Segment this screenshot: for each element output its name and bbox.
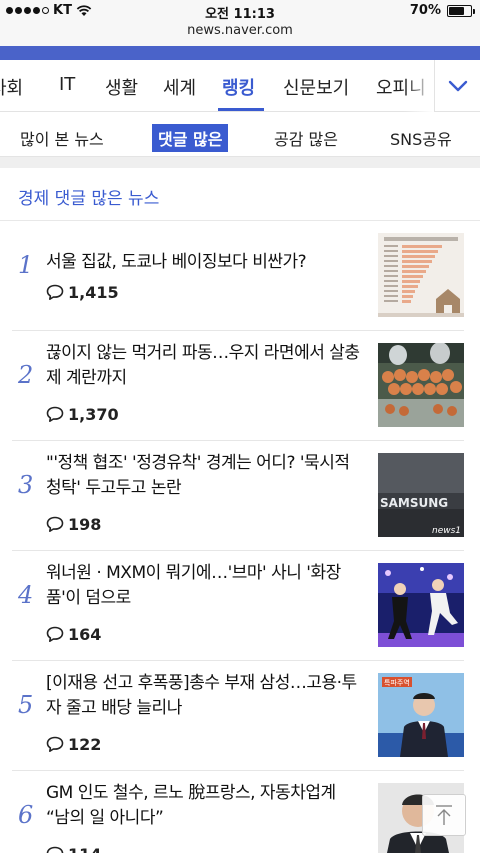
comment-count-value: 1,415 xyxy=(68,282,119,302)
news-item[interactable]: 5 [이재용 선고 후폭풍]총수 부재 삼성…고용·투자 줄고 배당 늘리나 1… xyxy=(12,661,464,771)
category-fade xyxy=(404,60,434,112)
category-tab-it[interactable]: IT xyxy=(59,74,75,95)
section-divider xyxy=(0,156,480,168)
url-bar[interactable]: news.naver.com xyxy=(0,22,480,46)
category-tab-world[interactable]: 세계 xyxy=(163,74,196,100)
comment-count: 122 xyxy=(46,734,101,754)
comment-icon xyxy=(46,736,64,752)
comment-icon xyxy=(46,284,64,300)
category-nav: 사회 IT 생활 세계 랭킹 신문보기 오피니 xyxy=(0,60,480,112)
news-item[interactable]: 4 워너원 · MXM이 뭐기에…'브마' 사니 '화장품'이 덤으로 164 xyxy=(12,551,464,661)
tab-most-liked[interactable]: 공감 많은 xyxy=(268,124,344,152)
comment-count-value: 198 xyxy=(68,514,102,534)
comment-count-value: 122 xyxy=(68,734,102,754)
comment-count: 164 xyxy=(46,624,101,644)
tab-most-viewed[interactable]: 많이 본 뉴스 xyxy=(14,124,110,152)
active-tab-indicator xyxy=(218,108,264,111)
comment-count-value: 1,370 xyxy=(68,404,119,424)
category-more-button[interactable] xyxy=(434,60,480,112)
category-tab-ranking[interactable]: 랭킹 xyxy=(222,74,255,100)
news-thumbnail[interactable]: SAMSUNG news1 xyxy=(378,453,464,537)
category-tab-life[interactable]: 생활 xyxy=(105,74,138,100)
news-thumbnail[interactable] xyxy=(378,343,464,427)
section-title: 경제 댓글 많은 뉴스 xyxy=(18,189,160,209)
category-tab-society[interactable]: 사회 xyxy=(0,74,23,100)
status-bar: KT 오전 11:13 70% xyxy=(0,0,480,22)
rank-number: 6 xyxy=(18,801,34,829)
rank-number: 1 xyxy=(18,251,34,279)
comment-icon xyxy=(46,626,64,642)
status-right: 70% xyxy=(409,3,475,18)
comment-icon xyxy=(46,846,64,853)
news-item[interactable]: 2 끊이지 않는 먹거리 파동…우지 라면에서 살충제 계란까지 1,370 xyxy=(12,331,464,441)
status-time: 오전 11:13 xyxy=(205,7,275,22)
news-thumbnail[interactable]: 특파주역 xyxy=(378,673,464,757)
category-list: 사회 IT 생활 세계 랭킹 신문보기 오피니 xyxy=(0,60,434,112)
tab-sns-shared[interactable]: SNS공유 xyxy=(384,124,458,152)
eggs-thumbnail-image xyxy=(378,343,464,427)
header-strip xyxy=(0,46,480,60)
news1-watermark: news1 xyxy=(432,526,461,536)
news-headline[interactable]: "'정책 협조' '정경유착' 경계는 어디? '묵시적 청탁' 두고두고 논란 xyxy=(46,451,362,501)
news-headline[interactable]: 끊이지 않는 먹거리 파동…우지 라면에서 살충제 계란까지 xyxy=(46,341,362,391)
samsung-logo-text: SAMSUNG xyxy=(380,496,448,510)
rank-number: 3 xyxy=(18,471,34,499)
comment-count: 198 xyxy=(46,514,101,534)
news-item[interactable]: 6 GM 인도 철수, 르노 脫프랑스, 자동차업계 “남의 일 아니다” 11… xyxy=(12,771,464,853)
url-text[interactable]: news.naver.com xyxy=(187,23,293,38)
news-headline[interactable]: [이재용 선고 후폭풍]총수 부재 삼성…고용·투자 줄고 배당 늘리나 xyxy=(46,671,362,721)
tab-most-commented[interactable]: 댓글 많은 xyxy=(152,124,229,152)
comment-count-value: 164 xyxy=(68,624,102,644)
battery-label: 70% xyxy=(409,3,441,18)
category-tab-newspaper[interactable]: 신문보기 xyxy=(283,74,349,100)
stage-thumbnail-image xyxy=(378,563,464,647)
comment-count-value: 114 xyxy=(68,845,101,853)
news-item[interactable]: 3 "'정책 협조' '정경유착' 경계는 어디? '묵시적 청탁' 두고두고 … xyxy=(12,441,464,551)
scroll-top-button[interactable] xyxy=(422,794,466,836)
rank-number: 5 xyxy=(18,691,34,719)
battery-icon xyxy=(447,4,475,17)
arrow-up-icon xyxy=(436,805,452,825)
comment-icon xyxy=(46,406,64,422)
news-headline[interactable]: 서울 집값, 도쿄나 베이징보다 비싼가? xyxy=(46,250,362,275)
news-item[interactable]: 1 서울 집값, 도쿄나 베이징보다 비싼가? 1,415 xyxy=(12,221,464,331)
comment-count: 1,415 xyxy=(46,282,119,302)
news-thumbnail[interactable] xyxy=(378,233,464,317)
comment-count: 1,370 xyxy=(46,404,119,424)
chart-thumbnail-image xyxy=(378,233,464,317)
thumbnail-caption: 특파주역 xyxy=(384,678,410,687)
rank-number: 4 xyxy=(18,581,34,609)
rank-number: 2 xyxy=(18,361,34,389)
comment-icon xyxy=(46,516,64,532)
news-headline[interactable]: GM 인도 철수, 르노 脫프랑스, 자동차업계 “남의 일 아니다” xyxy=(46,781,362,831)
news-headline[interactable]: 워너원 · MXM이 뭐기에…'브마' 사니 '화장품'이 덤으로 xyxy=(46,561,362,611)
ranking-tabs: 많이 본 뉴스 댓글 많은 공감 많은 SNS공유 xyxy=(0,112,480,160)
news-thumbnail[interactable] xyxy=(378,563,464,647)
comment-count: 114 xyxy=(46,844,101,853)
samsung-thumbnail-image: SAMSUNG news1 xyxy=(378,453,464,537)
portrait-thumbnail-image: 특파주역 xyxy=(378,673,464,757)
chevron-down-icon xyxy=(448,80,467,92)
